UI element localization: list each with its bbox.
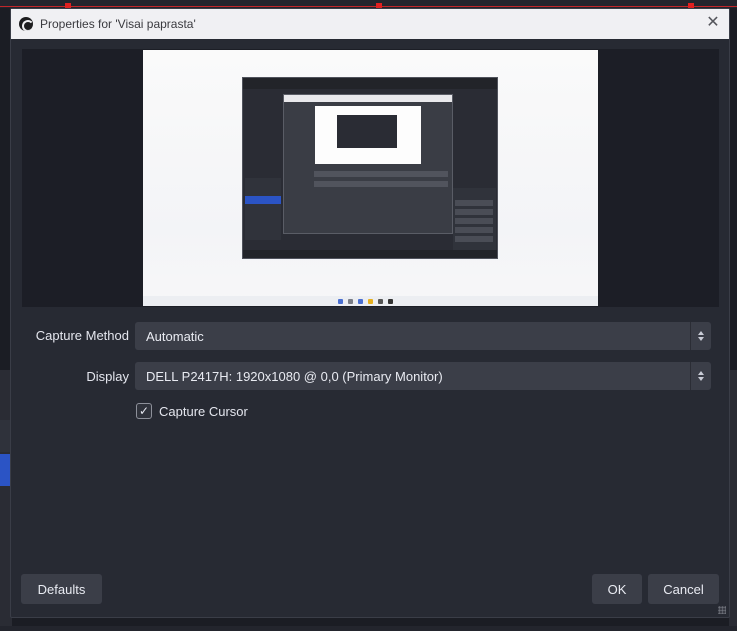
source-bounds-line bbox=[0, 6, 737, 7]
checkmark-icon: ✓ bbox=[138, 404, 150, 418]
background-statusbar bbox=[0, 626, 737, 631]
obs-logo-icon bbox=[19, 17, 33, 31]
updown-chevron-icon bbox=[690, 362, 711, 390]
display-select[interactable]: DELL P2417H: 1920x1080 @ 0,0 (Primary Mo… bbox=[135, 362, 711, 390]
display-value: DELL P2417H: 1920x1080 @ 0,0 (Primary Mo… bbox=[146, 368, 443, 384]
capture-cursor-label: Capture Cursor bbox=[159, 403, 248, 419]
capture-method-label: Capture Method bbox=[35, 328, 129, 343]
dialog-title: Properties for 'Visai paprasta' bbox=[40, 17, 196, 31]
capture-cursor-checkbox[interactable]: ✓ bbox=[136, 403, 152, 419]
preview-screenshot bbox=[143, 50, 598, 306]
resize-grip-icon[interactable] bbox=[718, 606, 726, 614]
background-controls-panel bbox=[729, 370, 737, 631]
dialog-titlebar: Properties for 'Visai paprasta' ✕ bbox=[11, 9, 729, 39]
ok-button[interactable]: OK bbox=[592, 574, 642, 604]
capture-preview bbox=[22, 49, 719, 307]
preview-taskbar bbox=[143, 296, 598, 306]
close-icon[interactable]: ✕ bbox=[705, 15, 721, 31]
cancel-button[interactable]: Cancel bbox=[648, 574, 719, 604]
capture-method-select[interactable]: Automatic bbox=[135, 322, 711, 350]
updown-chevron-icon bbox=[690, 322, 711, 350]
defaults-button[interactable]: Defaults bbox=[21, 574, 102, 604]
nested-obs-window bbox=[242, 77, 498, 259]
display-label: Display bbox=[86, 369, 129, 384]
properties-dialog: Properties for 'Visai paprasta' ✕ Captur… bbox=[10, 8, 730, 618]
capture-method-value: Automatic bbox=[146, 328, 204, 344]
capture-cursor-option[interactable]: ✓ Capture Cursor bbox=[136, 403, 248, 419]
